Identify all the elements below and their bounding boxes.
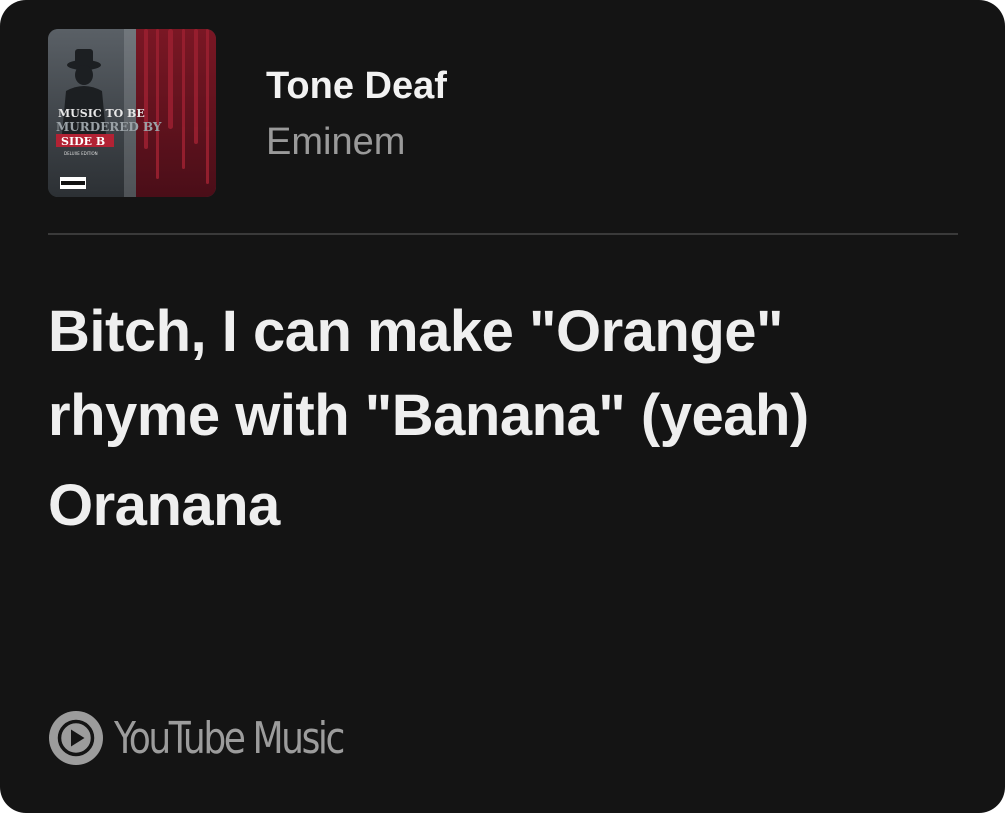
album-cover: MUSIC TO BE MURDERED BY SIDE B DELUXE ED… <box>48 29 216 197</box>
lyric-line: Oranana <box>48 473 280 538</box>
lyric-line: Bitch, I can make "Orange" rhyme with "B… <box>48 299 809 448</box>
track-info: Tone Deaf Eminem <box>266 63 447 165</box>
album-cover-art: MUSIC TO BE MURDERED BY SIDE B DELUXE ED… <box>48 29 216 197</box>
album-text-4: DELUXE EDITION <box>64 151 98 156</box>
track-header: MUSIC TO BE MURDERED BY SIDE B DELUXE ED… <box>48 29 958 199</box>
youtube-music-branding[interactable]: YouTube Music <box>48 708 393 768</box>
lyrics-block: Bitch, I can make "Orange" rhyme with "B… <box>48 290 968 548</box>
youtube-music-icon <box>49 711 103 765</box>
lyrics-share-card: MUSIC TO BE MURDERED BY SIDE B DELUXE ED… <box>0 0 1005 813</box>
album-text-1: MUSIC TO BE <box>58 107 145 120</box>
album-text-2: MURDERED BY <box>56 120 162 134</box>
track-artist: Eminem <box>266 121 406 163</box>
header-divider <box>48 233 958 235</box>
youtube-music-label: YouTube Music <box>114 712 345 764</box>
track-title: Tone Deaf <box>266 65 447 107</box>
album-text-3: SIDE B <box>61 135 105 148</box>
